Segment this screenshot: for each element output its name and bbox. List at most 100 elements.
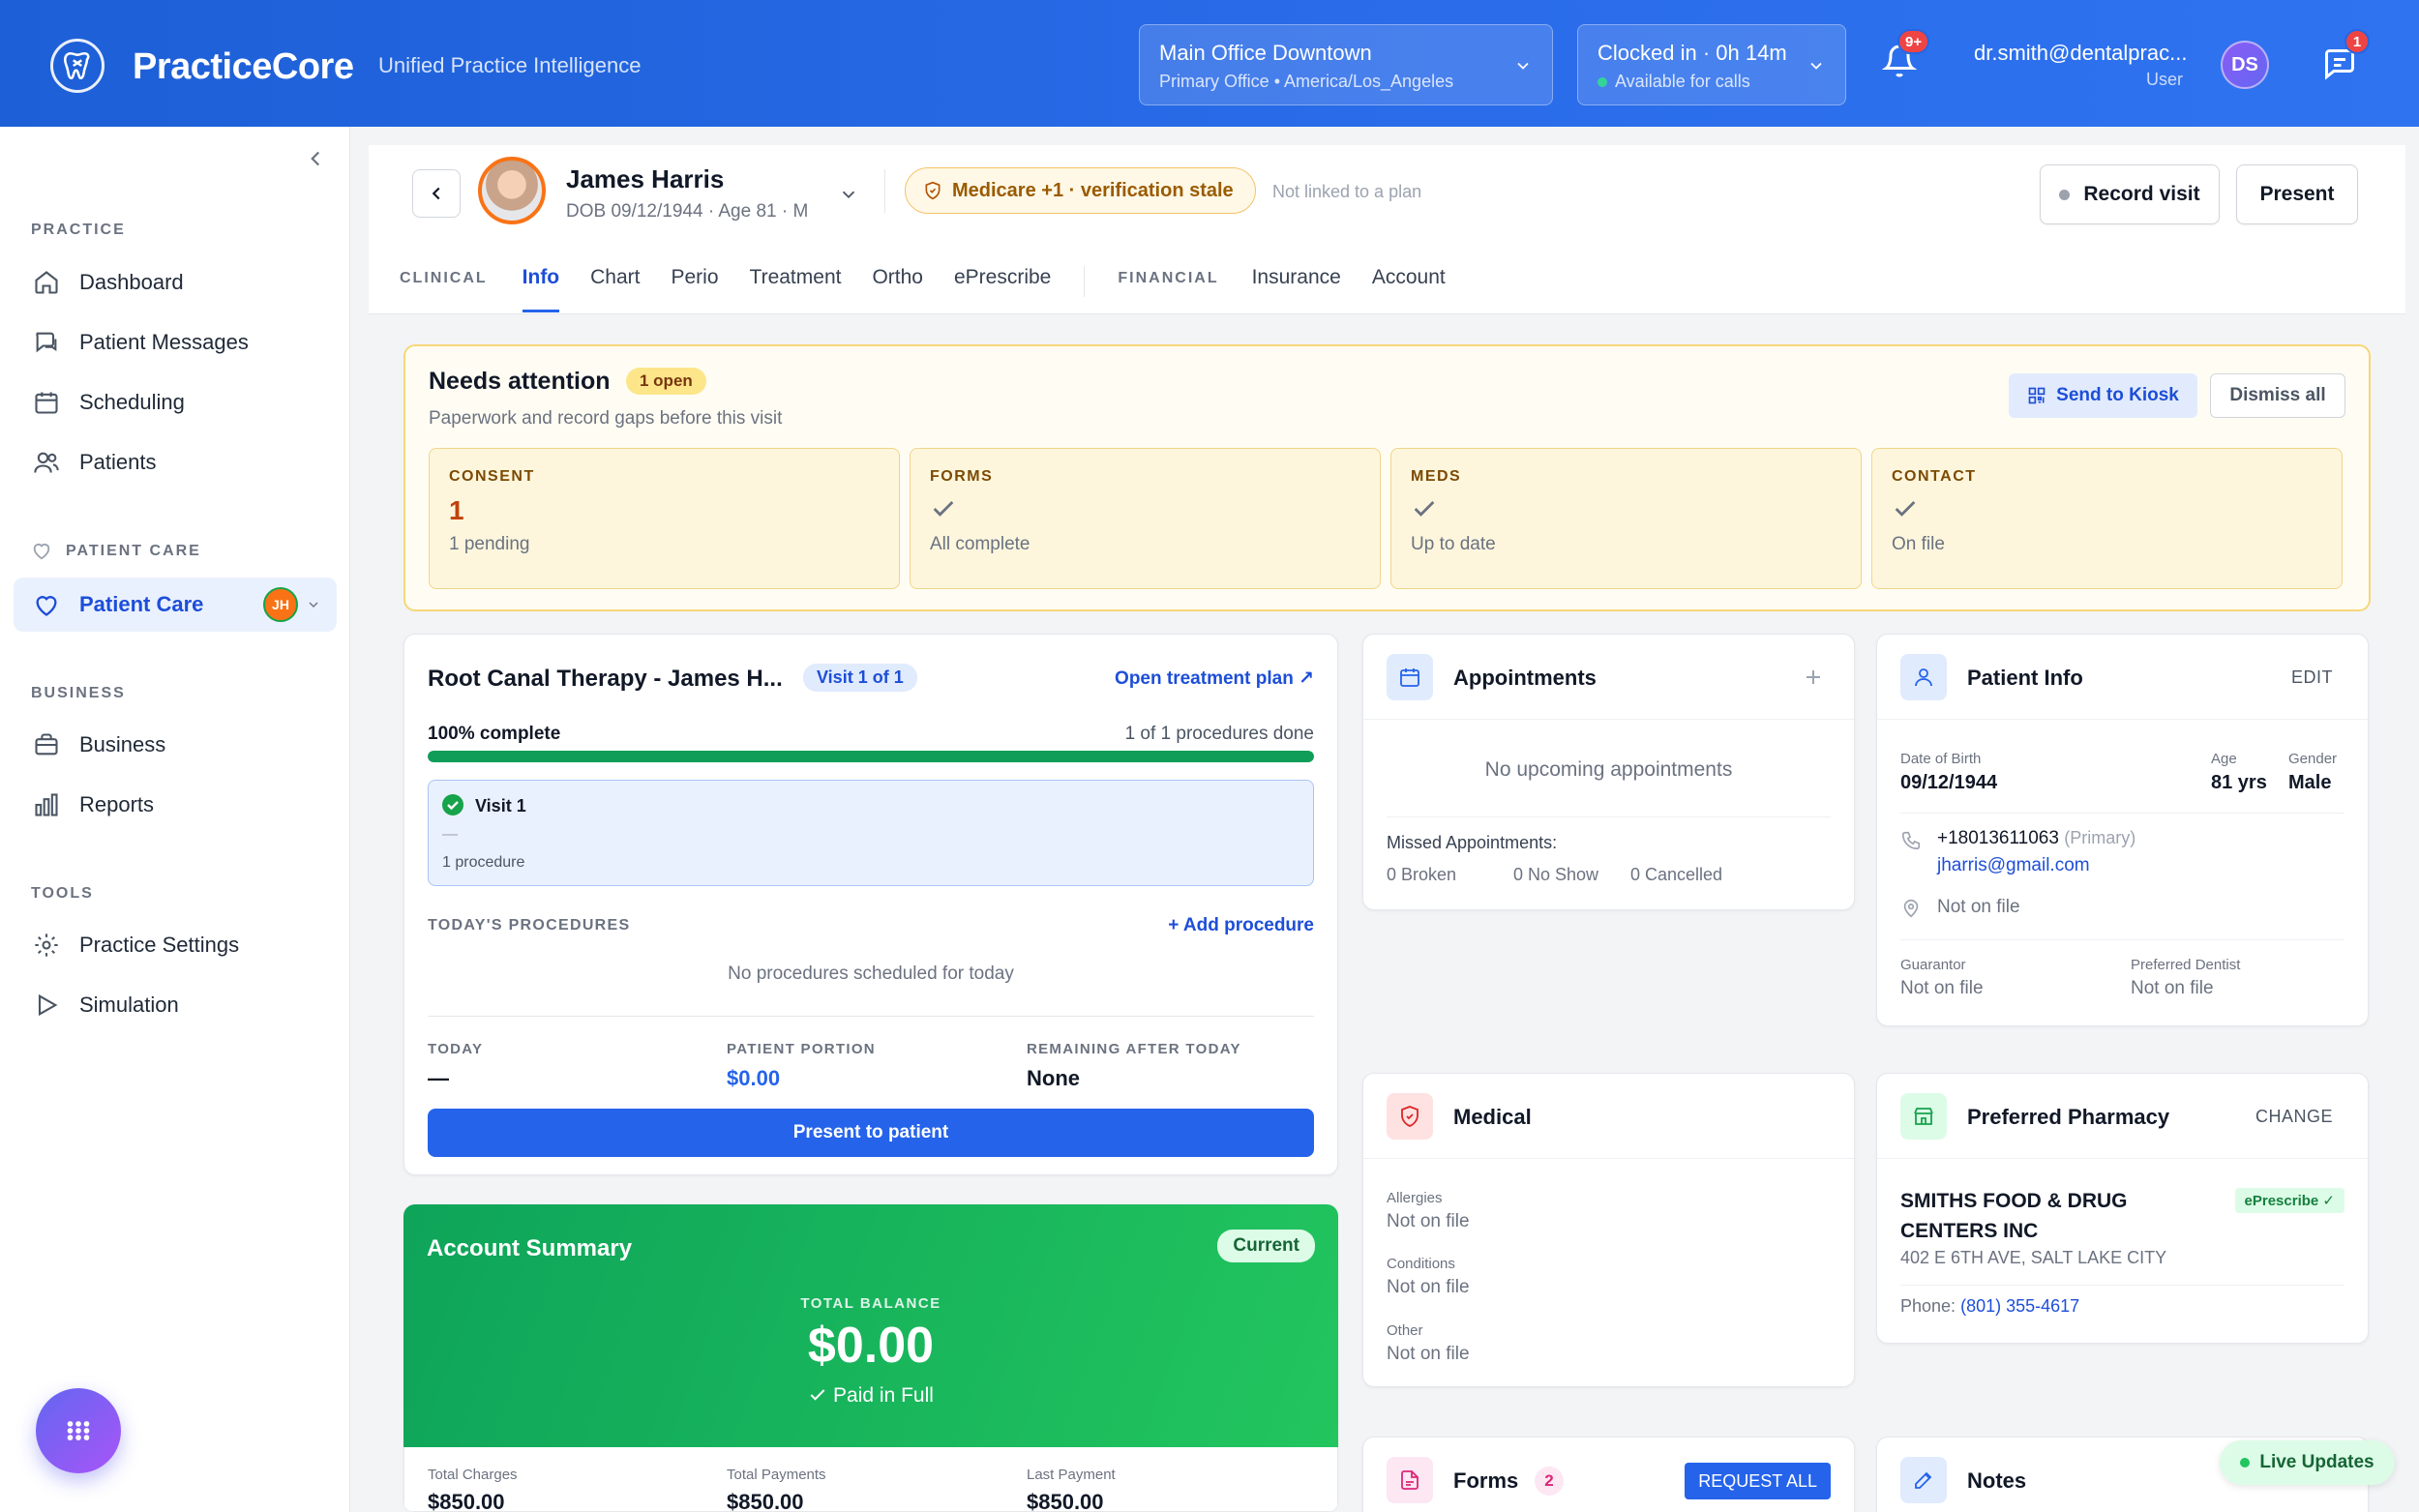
shield-icon (1387, 1093, 1433, 1140)
preferred-dentist-value: Not on file (2131, 978, 2214, 998)
messages-icon (31, 327, 62, 358)
dismiss-all-button[interactable]: Dismiss all (2210, 373, 2345, 418)
user-email[interactable]: dr.smith@dentalprac... (1974, 41, 2187, 66)
chevron-down-icon (1810, 62, 1822, 70)
tab-chart[interactable]: Chart (590, 266, 640, 289)
change-pharmacy-button[interactable]: CHANGE (2255, 1107, 2333, 1127)
sidebar-item-scheduling[interactable]: Scheduling (14, 375, 337, 430)
send-to-kiosk-button[interactable]: Send to Kiosk (2009, 373, 2197, 418)
missed-label: Missed Appointments: (1387, 833, 1558, 852)
insurance-badge-label: Medicare +1 · verification stale (952, 179, 1234, 201)
clock-selector[interactable]: Clocked in · 0h 14m Available for calls (1577, 24, 1846, 105)
visit-count-badge: Visit 1 of 1 (803, 664, 917, 692)
edit-button[interactable]: EDIT (2291, 667, 2333, 688)
sidebar-item-dashboard[interactable]: Dashboard (14, 255, 337, 310)
notifications-button[interactable]: 9+ (1881, 29, 1930, 82)
open-treatment-plan-link[interactable]: Open treatment plan ↗ (1115, 667, 1314, 690)
total-payments-value: $850.00 (727, 1490, 804, 1512)
email-link[interactable]: jharris@gmail.com (1937, 855, 2090, 876)
tab-perio[interactable]: Perio (672, 266, 719, 289)
chevron-down-icon[interactable] (838, 184, 859, 205)
section-practice: PRACTICE (31, 222, 126, 238)
add-appointment-icon[interactable] (1802, 666, 1825, 689)
sidebar-item-simulation[interactable]: Simulation (14, 978, 337, 1032)
pharmacy-card: Preferred Pharmacy CHANGE SMITHS FOOD & … (1876, 1073, 2369, 1344)
pharmacy-name-line1: SMITHS FOOD & DRUG (1900, 1190, 2128, 1212)
user-avatar[interactable]: DS (2221, 41, 2269, 89)
sidebar-item-business[interactable]: Business (14, 718, 337, 772)
record-visit-button[interactable]: Record visit (2040, 164, 2220, 224)
back-button[interactable] (412, 169, 461, 218)
medical-card: Medical Allergies Not on file Conditions… (1362, 1073, 1855, 1387)
patient-avatar[interactable] (478, 157, 546, 224)
tab-ortho[interactable]: Ortho (872, 266, 923, 289)
attention-count-badge: 1 open (626, 368, 706, 395)
user-role: User (2145, 70, 2183, 89)
section-business: BUSINESS (31, 685, 126, 701)
other-label: Other (1387, 1322, 1423, 1339)
visit-box[interactable]: Visit 1 — 1 procedure (428, 780, 1314, 886)
tab-eprescribe[interactable]: ePrescribe (954, 266, 1051, 289)
section-tools: TOOLS (31, 885, 94, 902)
preferred-dentist-label: Preferred Dentist (2131, 957, 2241, 973)
sidebar-item-patient-care[interactable]: Patient Care JH (14, 578, 337, 632)
gear-icon (31, 930, 62, 961)
check-icon (933, 501, 954, 517)
phone-tag: (Primary) (2064, 828, 2136, 847)
office-selector[interactable]: Main Office Downtown Primary Office • Am… (1139, 24, 1553, 105)
sidebar-item-settings[interactable]: Practice Settings (14, 918, 337, 972)
check-icon (1414, 501, 1435, 517)
attention-card-contact[interactable]: CONTACT On file (1871, 448, 2343, 589)
tab-treatment[interactable]: Treatment (750, 266, 842, 289)
live-updates-badge[interactable]: Live Updates (2220, 1440, 2395, 1485)
shield-icon (925, 181, 941, 200)
tab-info[interactable]: Info (522, 266, 560, 312)
attention-card-consent[interactable]: CONSENT 1 1 pending (429, 448, 900, 589)
insurance-badge[interactable]: Medicare +1 · verification stale (905, 167, 1256, 214)
tab-bar: CLINICAL Info Chart Perio Treatment Orth… (400, 266, 1446, 314)
tab-account[interactable]: Account (1372, 266, 1446, 289)
apps-fab-button[interactable] (36, 1388, 121, 1473)
present-button[interactable]: Present (2236, 164, 2358, 224)
sidebar-item-label: Reports (79, 792, 155, 816)
dob-value: 09/12/1944 (1900, 772, 1998, 793)
clock-status: Clocked in · 0h 14m (1598, 41, 1787, 65)
phone-value[interactable]: +18013611063 (Primary) (1937, 828, 2135, 849)
address-value: Not on file (1937, 897, 2020, 917)
card-header: Preferred Pharmacy CHANGE (1877, 1074, 2368, 1159)
user-icon (1900, 654, 1947, 700)
progress-bar (428, 751, 1314, 762)
status-dot-icon (2059, 189, 2071, 200)
top-bar: PracticeCore Unified Practice Intelligen… (0, 0, 2419, 127)
today-label: TODAY (428, 1041, 484, 1057)
total-balance-label: TOTAL BALANCE (800, 1295, 941, 1312)
tab-insurance[interactable]: Insurance (1252, 266, 1341, 289)
briefcase-icon (31, 729, 62, 760)
sidebar-item-reports[interactable]: Reports (14, 778, 337, 832)
attention-title: Needs attention (429, 368, 611, 395)
tooth-logo-icon[interactable] (50, 39, 105, 93)
collapse-sidebar-button[interactable] (303, 146, 332, 175)
messages-button[interactable]: 1 (2322, 29, 2370, 85)
sidebar-item-patients[interactable]: Patients (14, 435, 337, 489)
broken-count: 0 Broken (1387, 865, 1457, 884)
present-to-patient-button[interactable]: Present to patient (428, 1109, 1314, 1157)
sidebar-item-messages[interactable]: Patient Messages (14, 315, 337, 370)
card-sub: 1 pending (449, 534, 530, 554)
conditions-value: Not on file (1387, 1277, 1470, 1297)
pharmacy-phone-link[interactable]: (801) 355-4617 (1960, 1296, 2079, 1316)
heart-icon (31, 589, 62, 620)
app-name[interactable]: PracticeCore (133, 46, 354, 88)
request-all-button[interactable]: REQUEST ALL (1685, 1463, 1831, 1499)
cancelled-count: 0 Cancelled (1630, 865, 1723, 884)
users-icon (31, 447, 62, 478)
attention-card-forms[interactable]: FORMS All complete (910, 448, 1381, 589)
visit-dash: — (442, 826, 458, 843)
pharmacy-phone: Phone: (801) 355-4617 (1900, 1296, 2079, 1317)
remaining-label: REMAINING AFTER TODAY (1027, 1041, 1241, 1057)
add-procedure-button[interactable]: + Add procedure (1168, 915, 1314, 936)
total-payments-label: Total Payments (727, 1467, 826, 1483)
attention-card-meds[interactable]: MEDS Up to date (1390, 448, 1862, 589)
forms-card: Forms 2 REQUEST ALL (1362, 1437, 1855, 1512)
sidebar-item-label: Simulation (79, 993, 179, 1017)
